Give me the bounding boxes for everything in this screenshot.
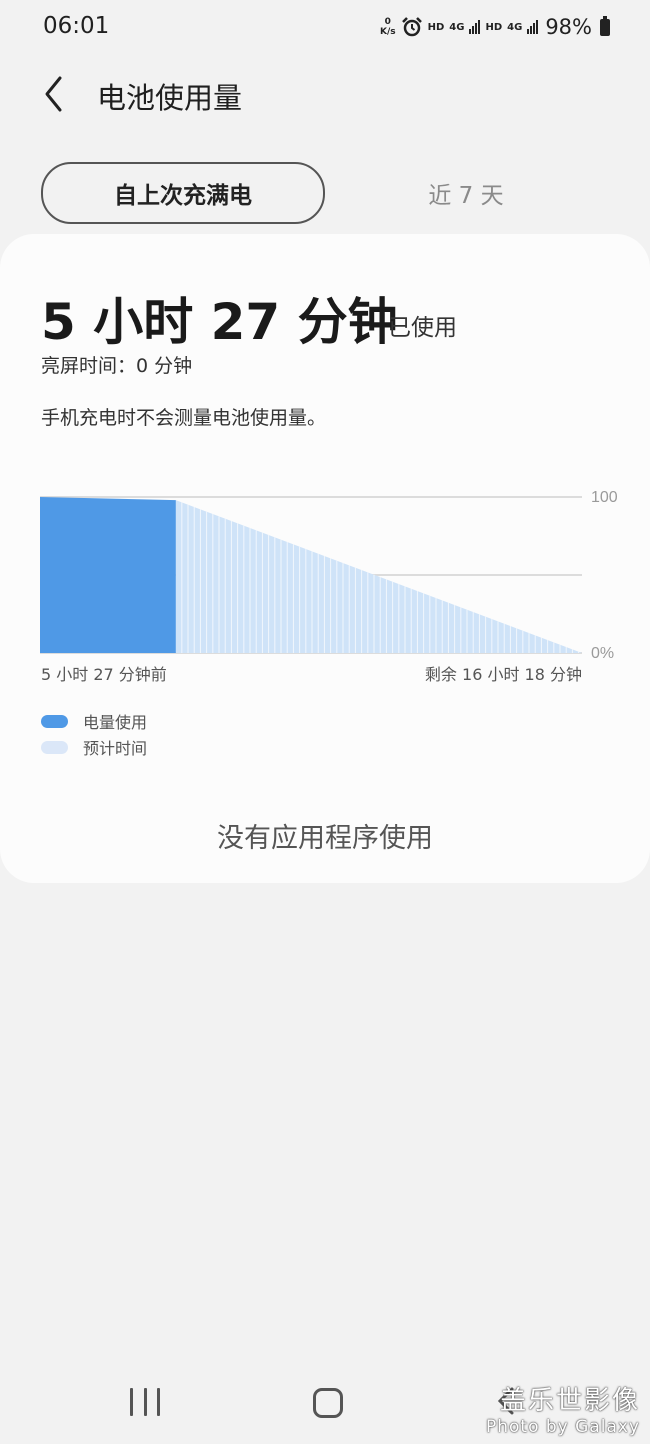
- network-speed: 0 K/s: [380, 17, 396, 37]
- usage-card: 5 小时 27 分钟 已使用 亮屏时间：0 分钟 手机充电时不会测量电池使用量。…: [0, 234, 650, 883]
- signal-icon-2: [527, 20, 539, 34]
- status-time: 06:01: [43, 13, 110, 39]
- battery-percent: 98%: [545, 15, 592, 39]
- app-header: 电池使用量: [0, 64, 650, 124]
- legend-label-estimate: 预计时间: [83, 739, 148, 758]
- battery-chart: 100 0% 5 小时 27 分钟前 剩余 16 小时 18 分钟: [0, 474, 650, 694]
- x-label-start: 5 小时 27 分钟前: [41, 665, 167, 684]
- network-speed-value: 0: [384, 17, 391, 27]
- x-label-end: 剩余 16 小时 18 分钟: [425, 665, 582, 684]
- legend-swatch-estimate: [41, 740, 68, 754]
- tab-last-7-days[interactable]: 近 7 天: [366, 162, 566, 224]
- legend-item-estimate: 预计时间: [41, 734, 147, 760]
- usage-time: 5 小时 27 分钟: [41, 293, 398, 351]
- hd-icon-1: HD: [427, 21, 445, 33]
- hd-icon-2: HD: [485, 21, 503, 33]
- watermark-line1: 盖乐世影像: [499, 1386, 640, 1416]
- network-speed-unit: K/s: [380, 27, 396, 37]
- network-type-2: 4G: [507, 21, 523, 33]
- page-title: 电池使用量: [97, 81, 243, 115]
- network-type-1: 4G: [449, 21, 465, 33]
- watermark-line2: Photo by Galaxy: [485, 1417, 640, 1437]
- usage-suffix: 已使用: [388, 315, 457, 341]
- legend-swatch-usage: [41, 714, 68, 728]
- screen-on-time: 亮屏时间：0 分钟: [41, 355, 193, 377]
- watermark: 盖乐世影像 Photo by Galaxy: [486, 1380, 640, 1437]
- usage-area: [40, 497, 176, 653]
- chevron-left-icon: [45, 76, 62, 112]
- estimate-area: [175, 500, 582, 653]
- recent-apps-icon[interactable]: [130, 1388, 160, 1418]
- no-apps-message: 没有应用程序使用: [217, 823, 433, 854]
- y-tick-top: 100: [591, 489, 618, 506]
- status-icons: 0 K/s HD 4G HD 4G 98%: [380, 12, 610, 42]
- status-bar: 06:01 0 K/s HD 4G HD 4G 98%: [0, 0, 650, 56]
- period-tabs: 自上次充满电 近 7 天: [0, 162, 650, 224]
- chart-legend: 电量使用 预计时间: [41, 708, 147, 760]
- alarm-icon: [401, 17, 422, 37]
- legend-item-usage: 电量使用: [41, 708, 147, 734]
- charging-notice: 手机充电时不会测量电池使用量。: [41, 407, 327, 429]
- home-icon[interactable]: [313, 1388, 343, 1418]
- legend-label-usage: 电量使用: [83, 713, 148, 732]
- battery-icon: [600, 15, 610, 36]
- signal-icon-1: [469, 20, 481, 34]
- battery-chart-svg: 100 0% 5 小时 27 分钟前 剩余 16 小时 18 分钟: [40, 489, 618, 684]
- y-tick-bottom: 0%: [591, 645, 614, 662]
- tab-since-full-charge[interactable]: 自上次充满电: [41, 162, 325, 224]
- back-button[interactable]: [36, 72, 76, 116]
